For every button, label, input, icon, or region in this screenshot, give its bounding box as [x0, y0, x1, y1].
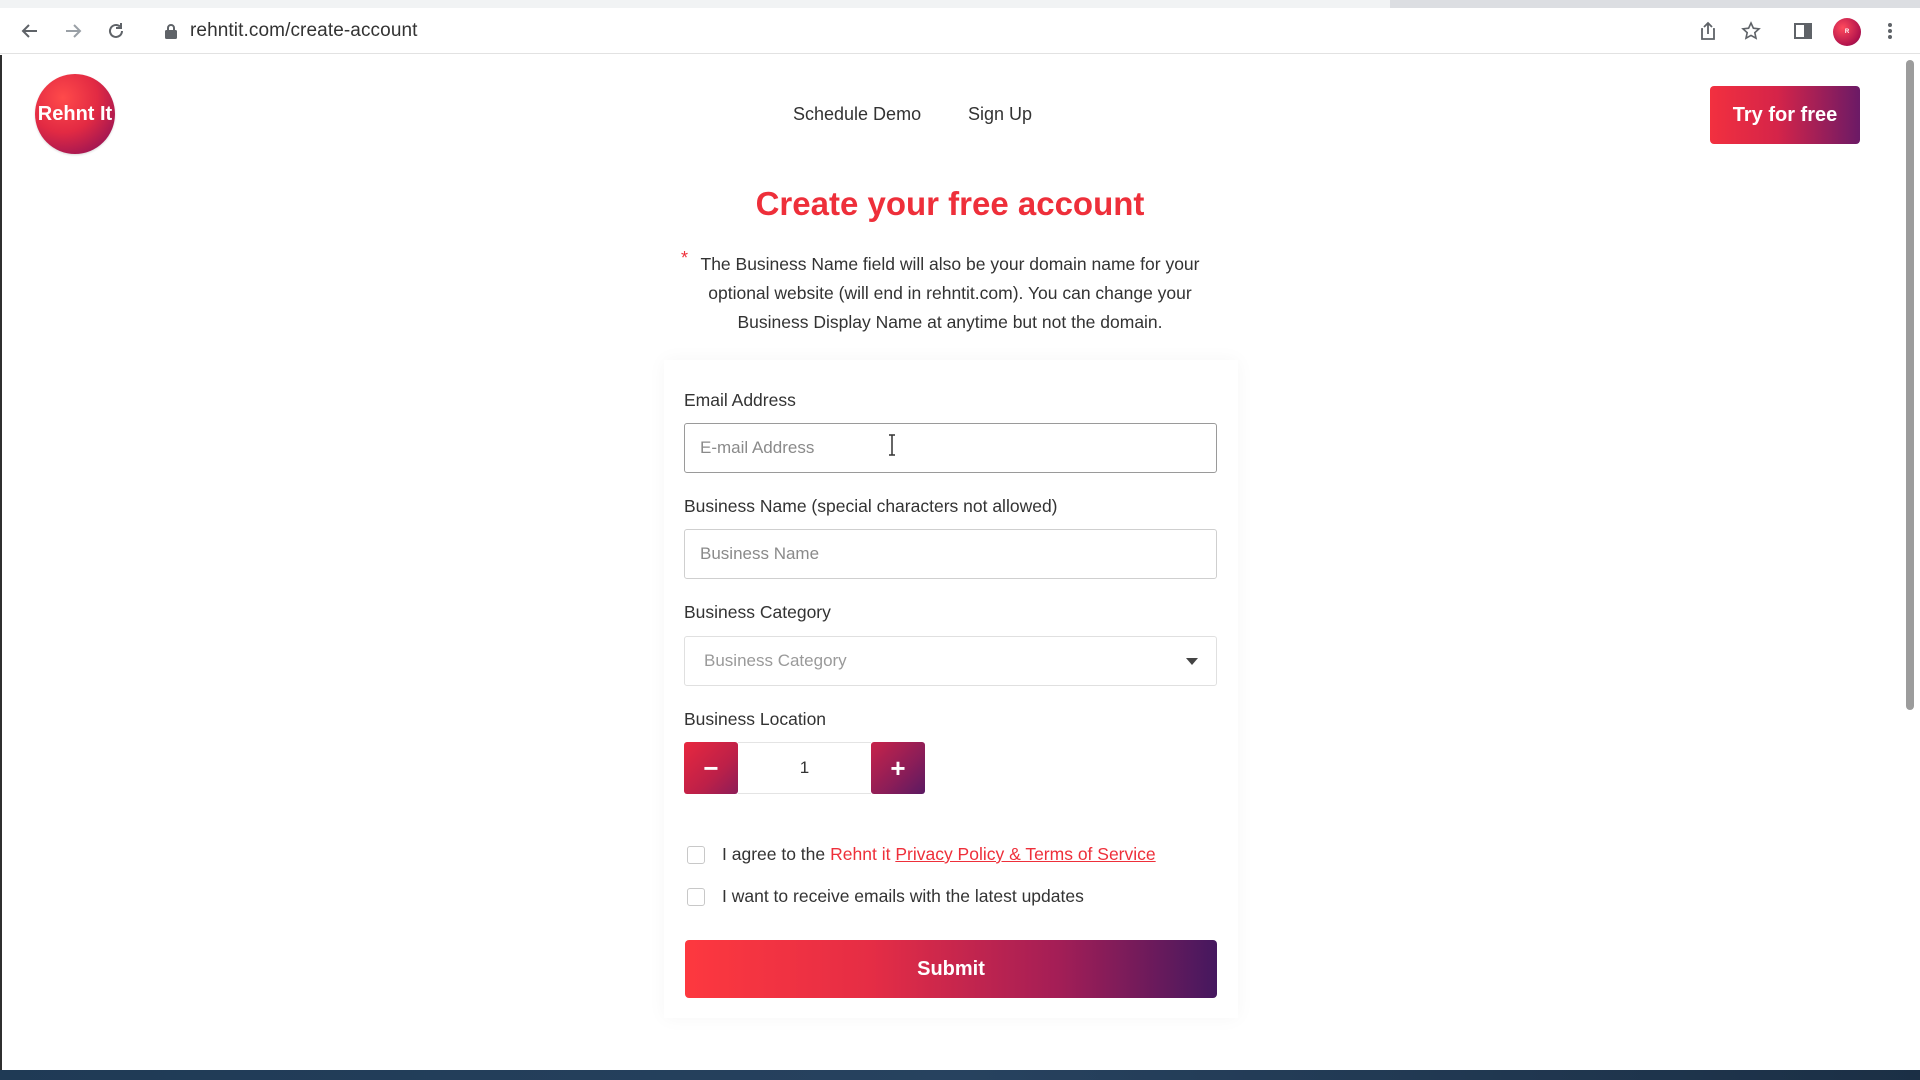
domain-note: * The Business Name field will also be y…	[681, 248, 1215, 337]
profile-avatar[interactable]: R	[1833, 18, 1861, 46]
business-category-select[interactable]: Business Category	[684, 636, 1217, 686]
business-name-label: Business Name (special characters not al…	[684, 496, 1058, 516]
email-updates-checkbox[interactable]	[687, 887, 705, 906]
location-count-value[interactable]: 1	[738, 742, 871, 794]
business-category-value: Business Category	[704, 651, 847, 670]
domain-note-text: The Business Name field will also be you…	[700, 254, 1200, 332]
business-name-field[interactable]	[684, 529, 1217, 579]
logo-text: Rehnt It	[37, 102, 113, 125]
side-panel-icon[interactable]	[1788, 16, 1818, 46]
business-location-label: Business Location	[684, 709, 827, 729]
nav-link-schedule-demo[interactable]: Schedule Demo	[793, 104, 921, 125]
nav-link-sign-up[interactable]: Sign Up	[968, 104, 1032, 125]
bookmark-star-icon[interactable]	[1736, 16, 1766, 46]
email-updates-text: I want to receive emails with the latest…	[722, 886, 1084, 906]
policy-link-prefix: Rehnt it	[830, 844, 891, 864]
terms-agree-text: I agree to the	[722, 844, 826, 864]
email-field[interactable]	[684, 423, 1217, 473]
required-asterisk: *	[681, 248, 689, 268]
forward-icon[interactable]	[58, 16, 88, 46]
text-cursor-icon	[889, 434, 895, 456]
business-category-label: Business Category	[684, 602, 831, 622]
more-menu-icon[interactable]	[1875, 16, 1905, 46]
lock-icon	[165, 24, 177, 39]
decrement-button[interactable]: −	[684, 742, 738, 794]
reload-icon[interactable]	[101, 16, 131, 46]
address-bar[interactable]: rehntit.com/create-account	[150, 13, 1700, 49]
browser-toolbar: rehntit.com/create-account R	[0, 8, 1920, 54]
terms-agreement-row: I agree to the Rehnt it Privacy Policy &…	[687, 844, 1156, 865]
taskbar-strip	[0, 1070, 1920, 1080]
submit-button[interactable]: Submit	[685, 940, 1217, 998]
back-icon[interactable]	[15, 16, 45, 46]
email-updates-row: I want to receive emails with the latest…	[687, 886, 1084, 907]
share-icon[interactable]	[1693, 16, 1723, 46]
scrollbar-thumb[interactable]	[1906, 60, 1914, 710]
increment-button[interactable]: +	[871, 742, 925, 794]
active-tab[interactable]	[0, 0, 1390, 8]
location-quantity-stepper: − 1 +	[684, 742, 925, 794]
try-for-free-button[interactable]: Try for free	[1710, 86, 1860, 144]
url-text: rehntit.com/create-account	[190, 20, 418, 41]
policy-link-text: Privacy Policy & Terms of Service	[895, 844, 1156, 864]
chevron-down-icon	[1186, 658, 1198, 665]
site-logo[interactable]: Rehnt It	[35, 74, 115, 154]
email-label: Email Address	[684, 390, 796, 410]
page-title: Create your free account	[755, 185, 1145, 222]
tab-strip	[0, 0, 1920, 8]
terms-checkbox[interactable]	[687, 845, 705, 864]
privacy-terms-link[interactable]: Rehnt it Privacy Policy & Terms of Servi…	[830, 844, 1156, 865]
